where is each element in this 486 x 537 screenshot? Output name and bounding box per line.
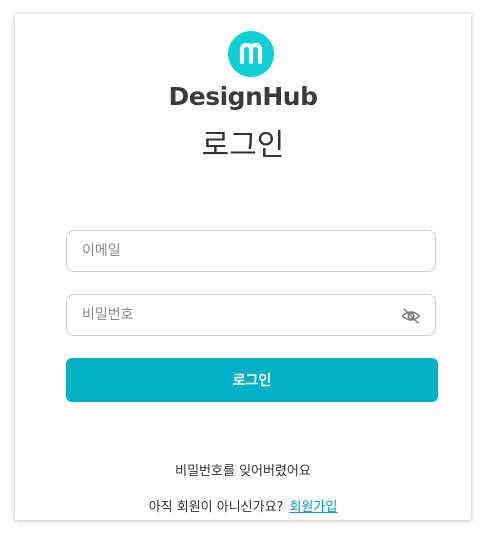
- login-card: DesignHub 로그인 로그인 비밀번호를 잊어버렸어요 아직 회원이 아니…: [15, 14, 471, 520]
- logo-icon: [228, 31, 274, 77]
- password-input[interactable]: [82, 295, 382, 335]
- signup-link[interactable]: 회원가입: [289, 500, 337, 515]
- page: DesignHub 로그인 로그인 비밀번호를 잊어버렸어요 아직 회원이 아니…: [0, 0, 486, 537]
- page-title: 로그인: [201, 128, 285, 163]
- password-field[interactable]: [66, 294, 436, 336]
- eye-off-icon[interactable]: [401, 306, 421, 326]
- signup-prompt: 아직 회원이 아니신가요?: [148, 500, 284, 515]
- login-button[interactable]: 로그인: [66, 358, 438, 402]
- forgot-password-link[interactable]: 비밀번호를 잊어버렸어요: [15, 460, 471, 479]
- email-input[interactable]: [82, 231, 382, 271]
- brand-name: DesignHub: [168, 82, 318, 111]
- email-field[interactable]: [66, 230, 436, 272]
- signup-row: 아직 회원이 아니신가요? 회원가입: [15, 496, 471, 515]
